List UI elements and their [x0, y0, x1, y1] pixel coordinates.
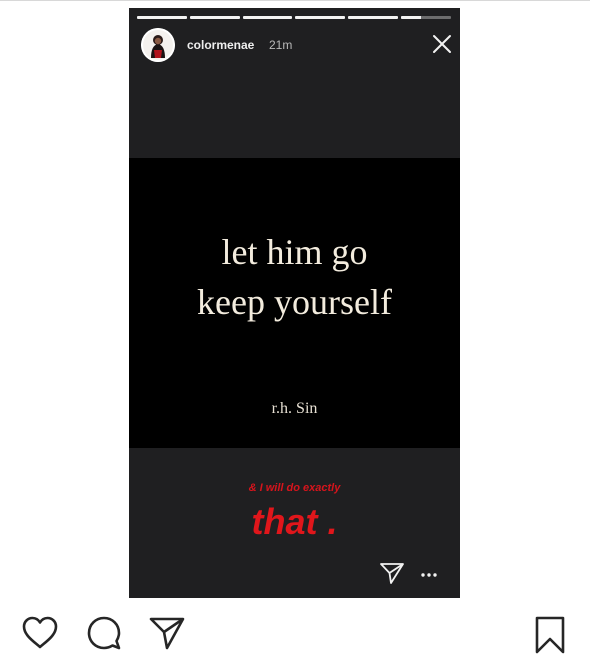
- story-caption-big: that .: [251, 501, 338, 542]
- like-button[interactable]: [21, 615, 59, 651]
- story-share-button[interactable]: [378, 560, 406, 586]
- quote-line-1: let him go: [221, 232, 368, 272]
- story-timestamp: 21m: [269, 38, 293, 52]
- quote-line-2: keep yourself: [197, 282, 392, 322]
- quote-image: let him go keep yourself r.h. Sin: [129, 158, 460, 448]
- avatar[interactable]: [141, 28, 175, 62]
- close-icon: [433, 35, 451, 53]
- story-caption-small: & I will do exactly: [248, 482, 341, 494]
- progress-segment: [242, 16, 293, 19]
- top-divider: [0, 0, 590, 1]
- story-progress-bar: [137, 16, 451, 19]
- progress-segment: [348, 16, 399, 19]
- more-options-button[interactable]: [421, 573, 437, 577]
- quote-author: r.h. Sin: [271, 400, 318, 417]
- share-icon: [149, 617, 185, 650]
- save-button[interactable]: [533, 615, 567, 655]
- comment-button[interactable]: [85, 615, 123, 651]
- heart-icon: [22, 616, 58, 649]
- progress-segment: [295, 16, 346, 19]
- story-username[interactable]: colormenae: [187, 38, 254, 52]
- progress-segment: [189, 16, 240, 19]
- more-dots-icon: [421, 573, 437, 577]
- story-header: colormenae 21m: [141, 28, 451, 64]
- progress-segment: [401, 16, 451, 19]
- instagram-story-view: colormenae 21m let him go keep yourself …: [0, 0, 590, 661]
- comment-icon: [87, 616, 121, 650]
- paper-plane-icon: [380, 563, 404, 584]
- close-button[interactable]: [431, 33, 453, 55]
- progress-segment: [137, 16, 187, 19]
- avatar-image: [141, 28, 175, 62]
- story-frame[interactable]: colormenae 21m let him go keep yourself …: [129, 8, 460, 598]
- bookmark-icon: [535, 616, 565, 654]
- share-button[interactable]: [148, 615, 186, 651]
